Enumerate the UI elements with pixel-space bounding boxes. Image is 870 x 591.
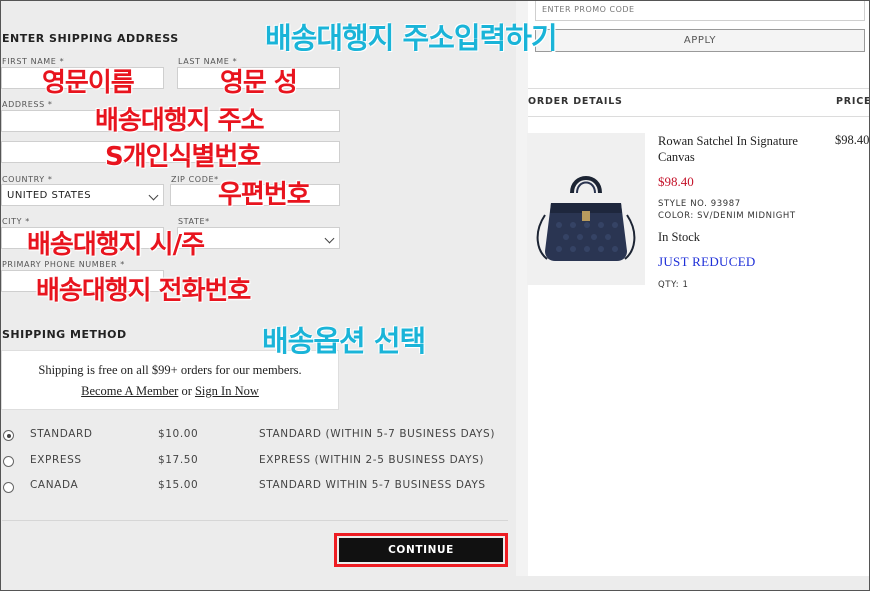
country-label: COUNTRY * [2, 175, 53, 184]
annotation-shipping-option: 배송옵션 선택 [262, 324, 426, 358]
stock-status: In Stock [658, 230, 701, 244]
become-member-link[interactable]: Become A Member [81, 384, 178, 398]
shipping-option-standard-radio[interactable] [3, 430, 14, 441]
member-links: Become A Member or Sign In Now [2, 384, 338, 399]
price-heading: PRICE [836, 96, 870, 107]
zip-label: ZIP CODE* [171, 175, 219, 184]
promo-code-section: ENTER PROMO CODE APPLY [535, 0, 865, 52]
country-select-value: UNITED STATES [7, 190, 92, 201]
shipping-address-title: ENTER SHIPPING ADDRESS [2, 32, 179, 45]
shipping-option-name: CANADA [30, 479, 79, 491]
product-quantity: QTY: 1 [658, 280, 689, 290]
chevron-down-icon [148, 190, 159, 201]
chevron-down-icon [324, 233, 335, 244]
product-line-price: $98.40 [835, 133, 870, 147]
shipping-option-price: $15.00 [158, 479, 199, 491]
shipping-option-name: STANDARD [30, 428, 93, 440]
shipping-option-desc: EXPRESS (WITHIN 2-5 BUSINESS DAYS) [259, 454, 485, 466]
shipping-option-desc: STANDARD (WITHIN 5-7 BUSINESS DAYS) [259, 428, 496, 440]
shipping-method-title: SHIPPING METHOD [2, 328, 127, 341]
promo-code-input[interactable]: ENTER PROMO CODE [535, 0, 865, 21]
sign-in-link[interactable]: Sign In Now [195, 384, 259, 398]
product-sale-price: $98.40 [658, 174, 694, 189]
product-style-number: STYLE NO. 93987 [658, 199, 741, 209]
panel-divider [516, 0, 528, 591]
apply-button[interactable]: APPLY [535, 29, 865, 52]
divider [528, 116, 870, 117]
annotation-phone: 배송대행지 전화번호 [36, 276, 251, 306]
footer-strip [516, 576, 870, 591]
annotation-enter-address: 배송대행지 주소입력하기 [265, 21, 558, 55]
shipping-option-desc: STANDARD WITHIN 5-7 BUSINESS DAYS [259, 479, 486, 491]
just-reduced-badge: JUST REDUCED [658, 254, 756, 269]
shipping-option-canada-radio[interactable] [3, 482, 14, 493]
shipping-option-price: $10.00 [158, 428, 199, 440]
phone-label: PRIMARY PHONE NUMBER * [2, 260, 125, 269]
shipping-option-price: $17.50 [158, 454, 199, 466]
annotation-last-name: 영문 성 [220, 68, 298, 98]
annotation-city-state: 배송대행지 시/주 [27, 230, 205, 260]
annotation-address: 배송대행지 주소 [95, 106, 264, 136]
product-image[interactable] [527, 133, 645, 285]
annotation-zip: 우편번호 [218, 180, 311, 210]
address-label: ADDRESS * [2, 100, 53, 109]
order-details-heading: ORDER DETAILS [528, 96, 623, 107]
free-shipping-text: Shipping is free on all $99+ orders for … [38, 363, 302, 377]
shipping-option-name: EXPRESS [30, 454, 82, 466]
annotation-address2: S개인식별번호 [105, 142, 261, 172]
continue-button[interactable]: CONTINUE [339, 538, 503, 562]
divider [2, 520, 508, 521]
product-color: COLOR: SV/DENIM MIDNIGHT [658, 211, 796, 221]
product-name[interactable]: Rowan Satchel In Signature Canvas [658, 133, 818, 165]
or-text: or [181, 384, 192, 398]
country-select[interactable]: UNITED STATES [1, 184, 164, 206]
shipping-option-express-radio[interactable] [3, 456, 14, 467]
divider [528, 88, 870, 89]
annotation-first-name: 영문이름 [42, 68, 135, 98]
city-label: CITY * [2, 217, 30, 226]
handbag-icon [527, 133, 645, 285]
